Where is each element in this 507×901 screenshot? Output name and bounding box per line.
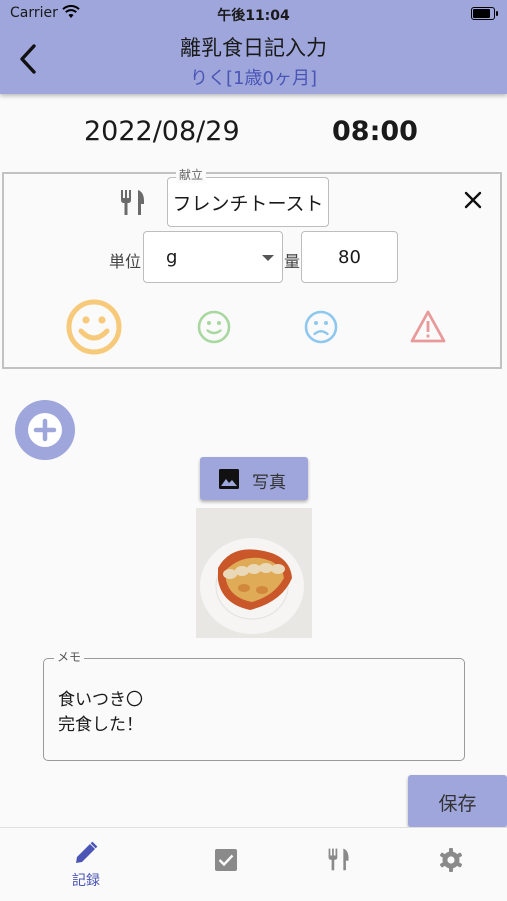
food-photo-image (196, 508, 312, 638)
status-bar: Carrier 午後11:04 (0, 0, 507, 28)
close-icon[interactable] (462, 189, 484, 211)
photo-button-label: 写真 (252, 473, 286, 493)
warning-icon[interactable] (409, 309, 447, 345)
child-name-age: りく[1歳0ヶ月] (190, 68, 317, 89)
time-field[interactable]: 08:00 (332, 116, 418, 147)
photo-button[interactable]: 写真 (200, 457, 308, 500)
date-field[interactable]: 2022/08/29 (84, 116, 240, 147)
pencil-icon[interactable] (73, 840, 99, 866)
chevron-down-icon (262, 255, 274, 261)
save-button-label: 保存 (438, 793, 477, 815)
add-food-button[interactable] (15, 400, 75, 460)
battery-icon (471, 7, 498, 20)
gear-icon[interactable] (438, 847, 464, 873)
app-header: Carrier 午後11:04 離乳食日記入力 りく[1歳0ヶ月] (0, 0, 507, 94)
quantity-label: 量 (284, 252, 301, 271)
sad-face-icon[interactable] (304, 310, 338, 344)
status-time: 午後11:04 (217, 8, 290, 24)
menu-value: フレンチトースト (172, 193, 324, 215)
food-photo[interactable] (196, 508, 312, 638)
memo-line: 食いつき〇 (58, 690, 143, 710)
memo-line: 完食した！ (58, 715, 143, 735)
menu-field-label: 献立 (176, 166, 207, 183)
unit-label: 単位 (109, 252, 142, 271)
neutral-face-icon[interactable] (197, 310, 231, 344)
happy-face-icon[interactable] (66, 299, 122, 355)
quantity-value: 80 (338, 247, 361, 268)
save-button[interactable]: 保存 (408, 775, 507, 827)
fork-knife-icon[interactable] (326, 846, 352, 872)
checkbox-icon[interactable] (214, 848, 238, 872)
tab-record-label[interactable]: 記録 (55, 870, 117, 890)
page-title: 離乳食日記入力 (180, 36, 327, 60)
image-icon (219, 469, 239, 489)
plus-icon (28, 413, 62, 447)
unit-value: g (166, 247, 178, 268)
memo-field-label: メモ (54, 648, 85, 665)
fork-knife-icon (121, 190, 144, 215)
